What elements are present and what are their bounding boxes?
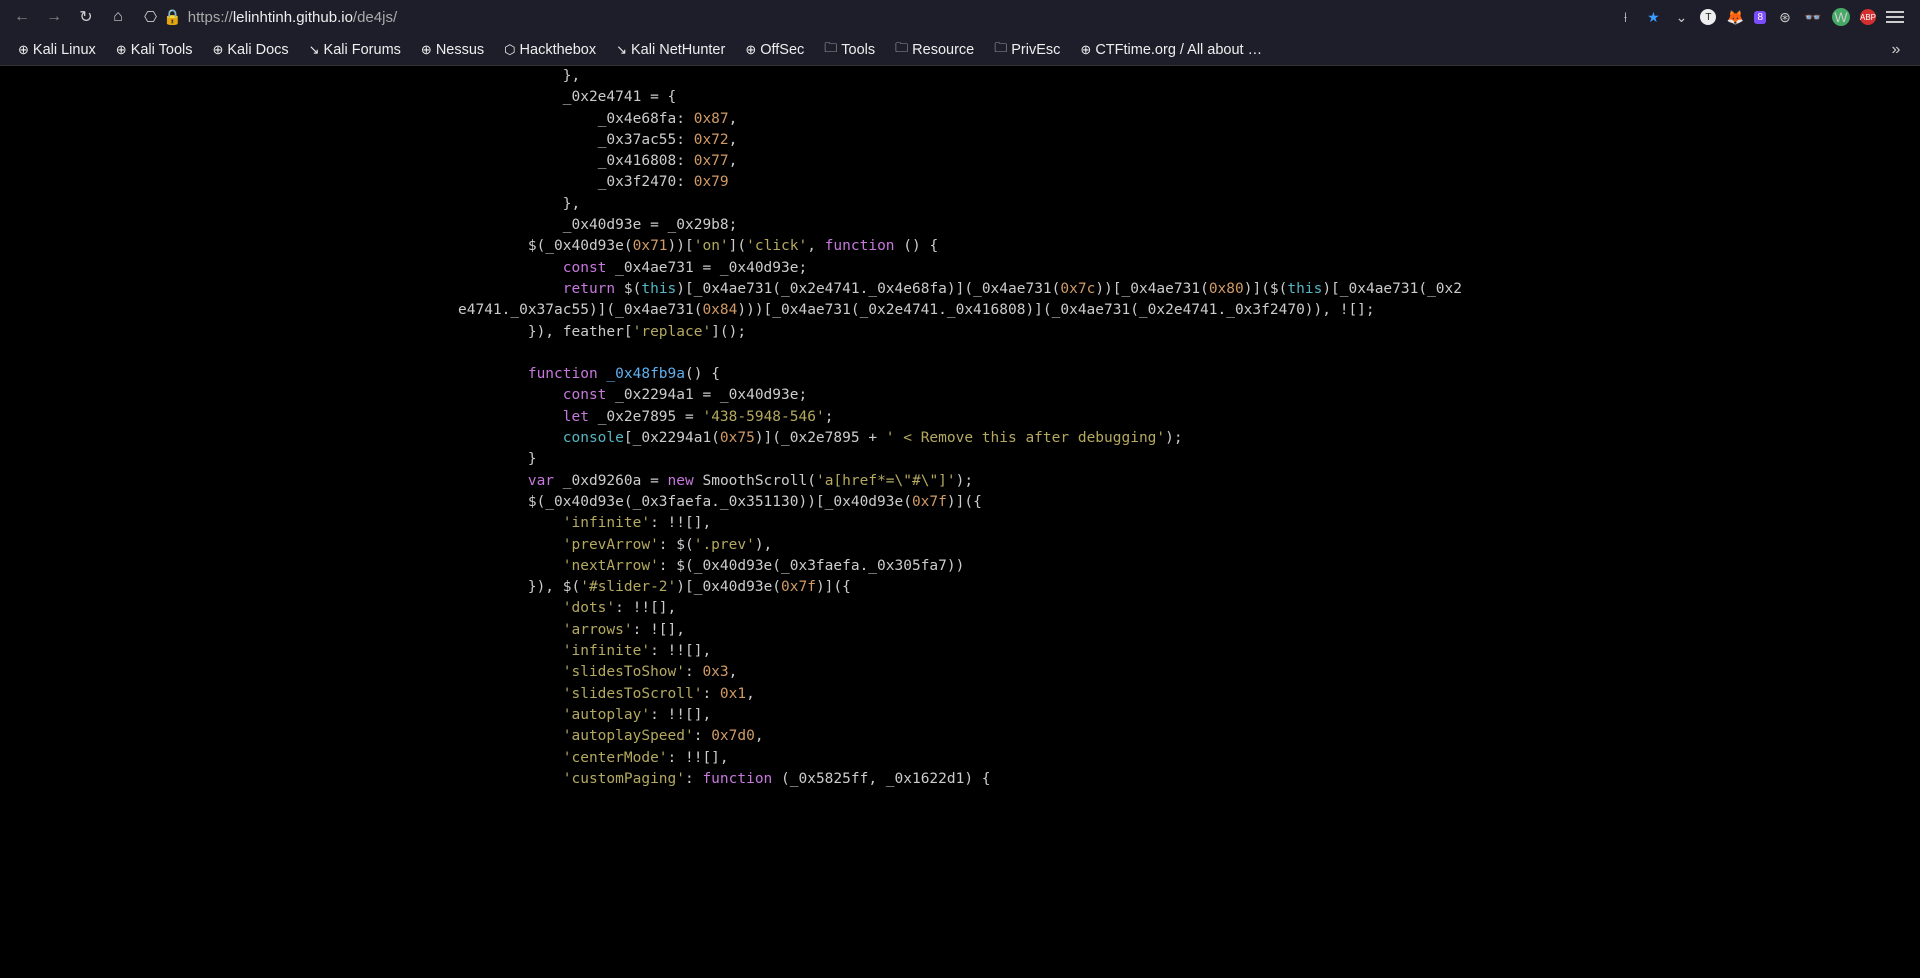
ext-icon-1[interactable]: T	[1700, 9, 1716, 25]
ext-icon-3[interactable]: ⊛	[1776, 8, 1794, 26]
bookmark-hackthebox[interactable]: ⬡ Hackthebox	[496, 36, 604, 64]
url-text: https://lelinhtinh.github.io/de4js/	[188, 9, 397, 26]
ext-icon-5[interactable]: W	[1832, 8, 1850, 26]
translate-icon[interactable]: ⟊	[1616, 8, 1634, 26]
toolbar-right: ⟊ ★ ⌄ T 🦊 8 ⊛ 👓 W ABP	[1616, 8, 1912, 26]
bookmark-label: Kali Docs	[227, 42, 288, 58]
bookmark-nessus[interactable]: ⊕Nessus	[413, 36, 492, 64]
bookmark-star-icon[interactable]: ★	[1644, 8, 1662, 26]
bookmark-kali-nethunter[interactable]: ↘Kali NetHunter	[608, 36, 733, 64]
ext-badge-icon[interactable]: 8	[1754, 11, 1766, 24]
bookmark-label: Kali Linux	[33, 42, 96, 58]
bookmark-privesc[interactable]: 🗀PrivEsc	[986, 36, 1068, 64]
bookmark-label: Tools	[841, 42, 875, 58]
bookmark-offsec[interactable]: ⊕OffSec	[737, 36, 812, 64]
bookmark-resource[interactable]: 🗀Resource	[887, 36, 982, 64]
bookmark-icon: ↘	[616, 42, 627, 58]
content-area: }, _0x2e4741 = { _0x4e68fa: 0x87, _0x37a…	[0, 66, 1920, 978]
lock-icon: 🔒	[163, 8, 182, 26]
bookmark-kali-docs[interactable]: ⊕Kali Docs	[204, 36, 296, 64]
bookmark-icon: ⊕	[116, 42, 127, 58]
bookmarks-overflow-icon[interactable]: »	[1882, 36, 1910, 64]
bookmark-label: PrivEsc	[1011, 42, 1060, 58]
bookmark-icon: ⊕	[421, 42, 432, 58]
bookmark-icon: 🗀	[994, 39, 1007, 61]
home-button[interactable]: ⌂	[104, 3, 132, 31]
bookmark-kali-linux[interactable]: ⊕Kali Linux	[10, 36, 104, 64]
browser-toolbar: ← → ↻ ⌂ ⎔ 🔒 https://lelinhtinh.github.io…	[0, 0, 1920, 34]
code-output: }, _0x2e4741 = { _0x4e68fa: 0x87, _0x37a…	[440, 66, 1480, 978]
url-bar[interactable]: ⎔ 🔒 https://lelinhtinh.github.io/de4js/	[136, 3, 1612, 31]
bookmark-icon: 🗀	[824, 39, 837, 61]
bookmark-icon: 🗀	[895, 39, 908, 61]
bookmark-kali-forums[interactable]: ↘Kali Forums	[301, 36, 409, 64]
forward-button[interactable]: →	[40, 3, 68, 31]
bookmark-label: Kali NetHunter	[631, 42, 725, 58]
bookmark-icon: ⊕	[18, 42, 29, 58]
reload-button[interactable]: ↻	[72, 3, 100, 31]
ext-icon-2[interactable]: 🦊	[1726, 8, 1744, 26]
bookmark-label: Resource	[912, 42, 974, 58]
abp-icon[interactable]: ABP	[1860, 9, 1876, 25]
bookmark-icon: ⊕	[212, 42, 223, 58]
back-button[interactable]: ←	[8, 3, 36, 31]
bookmark-label: Kali Forums	[324, 42, 401, 58]
bookmark-tools[interactable]: 🗀Tools	[816, 36, 883, 64]
bookmark-icon: ⊕	[745, 42, 756, 58]
bookmark-label: Kali Tools	[131, 42, 193, 58]
bookmark-label: CTFtime.org / All about …	[1095, 42, 1262, 58]
bookmark-label: Hackthebox	[520, 42, 597, 58]
menu-icon[interactable]	[1886, 11, 1904, 23]
bookmark-icon: ⊕	[1080, 42, 1091, 58]
bookmark-bar: ⊕Kali Linux⊕Kali Tools⊕Kali Docs↘Kali Fo…	[0, 34, 1920, 66]
shield-icon: ⎔	[144, 8, 157, 26]
ext-icon-4[interactable]: 👓	[1804, 8, 1822, 26]
bookmark-label: OffSec	[760, 42, 804, 58]
code-block: }, _0x2e4741 = { _0x4e68fa: 0x87, _0x37a…	[458, 66, 1462, 790]
bookmark-icon: ⬡	[504, 42, 515, 58]
bookmark-label: Nessus	[436, 42, 484, 58]
pocket-icon[interactable]: ⌄	[1672, 8, 1690, 26]
bookmark-icon: ↘	[309, 42, 320, 58]
bookmark-kali-tools[interactable]: ⊕Kali Tools	[108, 36, 201, 64]
bookmark-ctftime-org-all-about-[interactable]: ⊕CTFtime.org / All about …	[1072, 36, 1270, 64]
